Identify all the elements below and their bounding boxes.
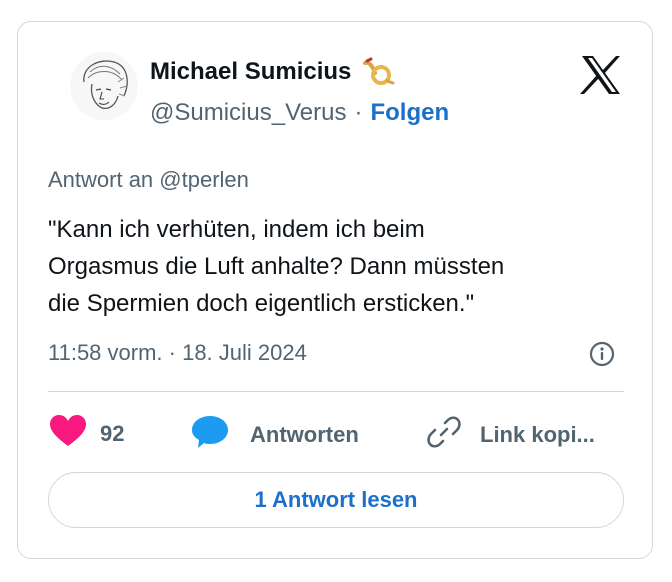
copy-link-button[interactable]: Link kopi... [426, 414, 595, 456]
reply-label: Antworten [250, 422, 359, 447]
avatar[interactable] [70, 52, 138, 120]
author-handle[interactable]: @Sumicius_Verus [150, 99, 346, 127]
x-logo-icon[interactable] [580, 55, 622, 95]
author-name[interactable]: Michael Sumicius [150, 58, 351, 86]
copy-link-label: Link kopi... [480, 422, 595, 447]
info-icon[interactable] [589, 341, 615, 367]
heart-icon [48, 414, 88, 454]
divider [48, 391, 624, 392]
tweet-timestamp[interactable]: 11:58 vorm. · 18. Juli 2024 [48, 340, 307, 366]
reply-button[interactable]: Antworten [190, 414, 359, 456]
separator-dot: · [354, 99, 363, 126]
tweet-text: "Kann ich verhüten, indem ich beim Orgas… [48, 216, 505, 317]
like-count: 92 [100, 421, 125, 446]
link-icon [426, 414, 462, 456]
follow-button[interactable]: Folgen [370, 99, 449, 127]
author-name-row: Michael Sumicius [150, 57, 395, 87]
like-button[interactable]: 92 [48, 414, 124, 454]
reply-to-label[interactable]: Antwort an @tperlen [48, 167, 249, 193]
horn-emoji-icon [361, 57, 395, 87]
author-handle-row: @Sumicius_Verus · Folgen [150, 99, 449, 127]
read-replies-label: 1 Antwort lesen [254, 487, 418, 512]
speech-bubble-icon [190, 414, 230, 456]
read-replies-button[interactable]: 1 Antwort lesen [48, 472, 624, 528]
